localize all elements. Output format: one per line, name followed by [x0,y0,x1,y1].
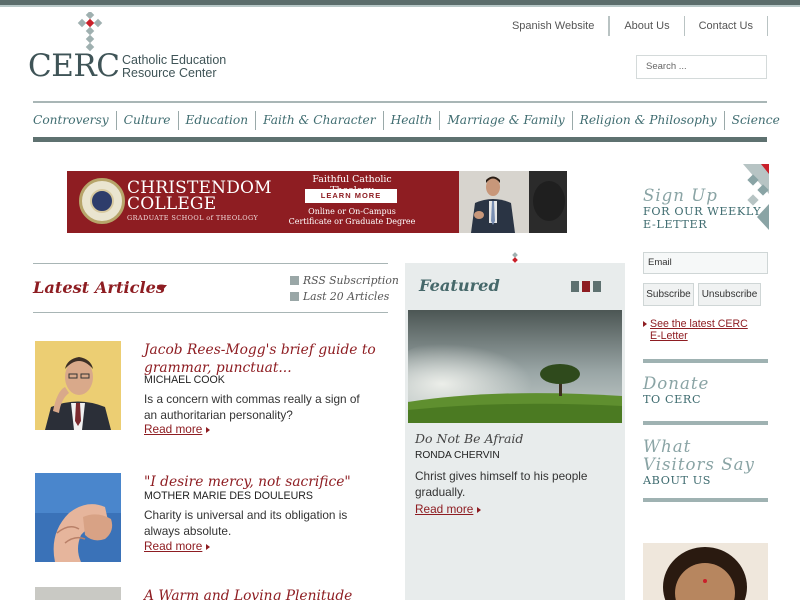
rss-subscription-link[interactable]: RSS Subscription [290,274,399,287]
visitors-heading-1: What [643,437,692,456]
read-more-link[interactable]: Read more [144,422,210,436]
read-more-link[interactable]: Read more [144,539,210,553]
latest-letter-line1: See the latest CERC [650,318,748,330]
search-placeholder: Search ... [646,61,687,72]
signup-heading: Sign Up [643,186,718,205]
article-thumbnail[interactable] [35,587,121,600]
sidebar-divider [643,498,768,502]
list-icon [290,292,299,301]
article-author[interactable]: MICHAEL COOK [144,374,225,386]
article-author[interactable]: MOTHER MARIE DES DOULEURS [144,490,313,502]
article-thumbnail[interactable] [35,341,121,430]
article-description: Is a concern with commas really a sign o… [144,392,360,422]
holding-hands-icon [35,473,121,562]
donate-subheading: TO CERC [643,393,702,406]
logo-wordmark: CERC [28,48,120,84]
unsubscribe-button[interactable]: Unsubscribe [698,283,761,306]
banner-learn-more-button[interactable]: LEARN MORE [305,189,397,203]
latest-letter-line2: E-Letter [650,330,688,342]
search-input[interactable]: Search ... [636,55,767,79]
nav-item-marriage-family[interactable]: Marriage & Family [439,111,571,130]
latest-articles-bottom-rule [33,312,388,313]
featured-read-more-link[interactable]: Read more [415,502,481,516]
child-portrait-icon [643,543,768,600]
visitors-say-block[interactable]: What Visitors Say ABOUT US [643,437,768,488]
featured-panel: Featured Do Not Be Afraid RONDA CHERVIN … [388,252,625,600]
latest-articles-top-rule [33,263,388,264]
contact-us-link[interactable]: Contact Us [685,16,768,36]
logo-subtitle-line2: Resource Center [122,66,217,80]
featured-article-author[interactable]: RONDA CHERVIN [415,450,500,461]
slider-dot-active[interactable] [582,281,590,292]
nav-top-rule [33,101,767,103]
banner-subtitle: GRADUATE SCHOOL of THEOLOGY [127,214,259,222]
nav-bottom-rule [33,137,767,142]
top-accent-bar-light [0,5,800,7]
logo-subtitle: Catholic Education Resource Center [122,54,226,80]
about-us-link[interactable]: About Us [609,16,685,36]
college-seal-icon [79,178,125,224]
article-item: "I desire mercy, not sacrifice" MOTHER M… [35,473,390,573]
spanish-website-link[interactable]: Spanish Website [497,16,610,36]
slider-dot[interactable] [593,281,601,292]
article-description: Charity is universal and its obligation … [144,508,348,538]
chevron-down-icon[interactable] [157,285,167,291]
professor-figure-icon [459,171,567,233]
nav-item-religion-philosophy[interactable]: Religion & Philosophy [571,111,724,130]
cerc-logo[interactable]: CERC Catholic Education Resource Center [28,12,248,84]
latest-articles-heading[interactable]: Latest Articles [33,278,165,297]
rss-icon [290,276,299,285]
tree-landscape-icon [388,310,622,423]
slider-pager [571,281,604,292]
signup-subheading-1: FOR OUR WEEKLY [643,205,762,218]
email-field[interactable]: Email [643,252,768,274]
sidebar-divider [643,421,768,425]
banner-tagline-2: Certificate or Graduate Degree [288,217,416,226]
nav-item-science[interactable]: Science [723,111,787,130]
main-nav: Controversy Culture Education Faith & Ch… [33,111,787,130]
featured-article-title-link[interactable]: Do Not Be Afraid [415,431,523,446]
nav-item-controversy[interactable]: Controversy [33,111,116,130]
nav-item-health[interactable]: Health [382,111,440,130]
slider-dot[interactable] [571,281,579,292]
signup-subheading-2: E-LETTER [643,218,708,231]
visitors-subheading: ABOUT US [643,474,712,487]
article-title-link[interactable]: Jacob Rees-Mogg's brief guide to grammar… [144,341,384,377]
banner-title: CHRISTENDOM COLLEGE [127,178,272,214]
visitors-heading-2: Visitors Say [643,455,755,474]
last-20-label: Last 20 Articles [303,290,390,303]
article-thumbnail[interactable] [35,473,121,562]
rss-label: RSS Subscription [303,274,399,287]
portrait-man-icon [35,341,121,430]
email-placeholder: Email [648,257,672,268]
article-title-link[interactable]: "I desire mercy, not sacrifice" [144,473,384,491]
banner-tagline-1: Online or On-Campus [308,207,396,216]
article-item: A Warm and Loving Plenitude [35,587,390,600]
nav-item-education[interactable]: Education [177,111,256,130]
featured-article-description: Christ gives himself to his people gradu… [415,469,588,499]
feed-links: RSS Subscription Last 20 Articles [290,274,399,306]
last-20-articles-link[interactable]: Last 20 Articles [290,290,399,303]
subscribe-button[interactable]: Subscribe [643,283,694,306]
donate-block[interactable]: Donate TO CERC [643,374,768,407]
cross-diamond-icon [512,252,518,263]
featured-heading: Featured [419,276,500,295]
sidebar-divider [643,359,768,363]
signup-block: Sign Up FOR OUR WEEKLY E-LETTER [643,186,768,232]
christendom-banner-ad[interactable]: CHRISTENDOM COLLEGE GRADUATE SCHOOL of T… [67,171,567,233]
nav-item-culture[interactable]: Culture [115,111,178,130]
featured-image[interactable] [388,310,622,423]
article-item: Jacob Rees-Mogg's brief guide to grammar… [35,341,390,441]
article-title-link[interactable]: A Warm and Loving Plenitude [144,587,384,600]
top-links: Spanish Website About Us Contact Us [497,16,768,36]
banner-professor-photo [459,171,567,233]
latest-e-letter-link[interactable]: See the latest CERC E-Letter [643,318,768,342]
nav-item-faith-character[interactable]: Faith & Character [255,111,382,130]
child-photo[interactable] [643,543,768,600]
donate-heading: Donate [643,374,710,393]
